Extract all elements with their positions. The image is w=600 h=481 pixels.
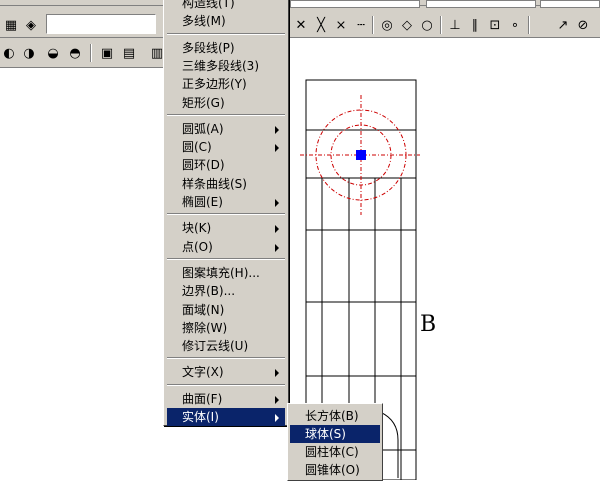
extension-icon[interactable]: ┄ xyxy=(352,16,370,34)
intersection-icon[interactable]: ╳ xyxy=(312,16,330,34)
view-top-icon[interactable]: ◐ xyxy=(0,44,18,62)
menu-item-label: 擦除(W) xyxy=(182,320,228,335)
menu-item[interactable]: 块(K) xyxy=(167,219,285,237)
layer-icon[interactable]: ▦ xyxy=(2,16,20,34)
menu-item[interactable]: 椭圆(E) xyxy=(167,193,285,211)
layer-combo[interactable] xyxy=(46,14,156,34)
menu-separator xyxy=(167,383,285,386)
submenu-arrow-icon xyxy=(275,199,279,207)
submenu-arrow-icon xyxy=(275,125,279,134)
menu-separator xyxy=(167,32,285,35)
menu-item-label: 块(K) xyxy=(182,221,212,236)
standard-toolbar: ▦ ◈ ✕ ╳ ⨯ ┄ ◎ ◇ ○ ⊥ ∥ ⊡ ∘ ↗ ⊘ xyxy=(0,0,600,38)
tangent-icon[interactable]: ○ xyxy=(418,16,436,34)
view-iso-sw-icon[interactable]: ▣ xyxy=(98,44,116,62)
perpendicular-icon[interactable]: ⊥ xyxy=(446,16,464,34)
quadrant-icon[interactable]: ◇ xyxy=(398,16,416,34)
menu-item-label: 图案填充(H)... xyxy=(182,265,260,280)
submenu-arrow-icon xyxy=(275,369,279,378)
menu-item[interactable]: 多线(M) xyxy=(167,12,285,30)
view-right-icon[interactable]: ◓ xyxy=(66,44,84,62)
submenu-item-label: 圆锥体(O) xyxy=(305,463,360,477)
draw-menu: 构造线(T) 多线(M) 多段线(P) 三维多段线(3) 正多边形(Y) 矩形(G) 圆弧(… xyxy=(163,0,289,426)
menu-item-label: 修订云线(U) xyxy=(182,339,249,354)
submenu-arrow-icon xyxy=(275,395,279,404)
menu-item[interactable]: 文字(X) xyxy=(167,363,285,381)
menu-item[interactable]: 圆弧(A) xyxy=(167,120,285,138)
menu-item-label: 圆(C) xyxy=(182,140,212,155)
menu-separator xyxy=(167,113,285,116)
menu-item-label: 正多边形(Y) xyxy=(182,77,247,92)
submenu-item[interactable]: 圆柱体(C) xyxy=(290,443,380,461)
submenu-arrow-icon xyxy=(275,243,279,252)
submenu-arrow-icon xyxy=(275,144,279,153)
menu-item[interactable]: 三维多段线(3) xyxy=(167,57,285,75)
snap-icon[interactable]: ✕ xyxy=(292,16,310,34)
menu-item[interactable]: 正多边形(Y) xyxy=(167,75,285,93)
apparent-intersection-icon[interactable]: ⨯ xyxy=(332,16,350,34)
menu-item[interactable]: 圆(C) xyxy=(167,138,285,156)
drawing-label: B xyxy=(420,312,437,337)
submenu-item[interactable]: 球体(S) xyxy=(290,425,380,443)
menu-item-label: 样条曲线(S) xyxy=(182,176,247,191)
menu-item-label: 边界(B)... xyxy=(182,284,236,299)
view-iso-se-icon[interactable]: ▤ xyxy=(120,44,138,62)
menu-item-label: 实体(I) xyxy=(182,410,219,424)
menu-item-label: 多段线(P) xyxy=(182,40,235,55)
submenu-arrow-icon xyxy=(275,225,279,234)
grip-point xyxy=(356,150,366,160)
menu-item[interactable]: 点(O) xyxy=(167,238,285,256)
osnap-settings-icon[interactable]: ⊘ xyxy=(574,16,592,34)
submenu-item[interactable]: 长方体(B) xyxy=(290,407,380,425)
menu-item-label: 构造线(T) xyxy=(182,0,235,10)
submenu-item-label: 球体(S) xyxy=(305,427,346,441)
menu-separator xyxy=(167,213,285,216)
solids-submenu: 长方体(B) 球体(S) 圆柱体(C) 圆锥体(O) xyxy=(287,403,383,481)
submenu-arrow-icon xyxy=(275,414,279,422)
menu-item-label: 点(O) xyxy=(182,239,213,254)
menu-item-label: 文字(X) xyxy=(182,365,224,380)
insert-icon[interactable]: ⊡ xyxy=(486,16,504,34)
menu-item[interactable]: 擦除(W) xyxy=(167,319,285,337)
menu-item-label: 曲面(F) xyxy=(182,391,223,406)
menu-item[interactable]: 实体(I) xyxy=(167,408,285,426)
view-front-icon[interactable]: ◑ xyxy=(20,44,38,62)
view-toolbar: ◐ ◑ ◒ ◓ ▣ ▤ ▥ xyxy=(0,38,170,68)
menu-item[interactable]: 圆环(D) xyxy=(167,156,285,174)
menu-item-label: 圆弧(A) xyxy=(182,121,224,136)
menu-item-label: 圆环(D) xyxy=(182,158,225,173)
submenu-item[interactable]: 圆锥体(O) xyxy=(290,461,380,479)
center-icon[interactable]: ◎ xyxy=(378,16,396,34)
plotstyle-combo[interactable] xyxy=(540,0,600,8)
layer-state-icon[interactable]: ◈ xyxy=(22,16,40,34)
menu-separator xyxy=(167,357,285,360)
menu-item[interactable]: 边界(B)... xyxy=(167,282,285,300)
submenu-item-label: 圆柱体(C) xyxy=(305,445,359,459)
menu-item-label: 多线(M) xyxy=(182,14,226,29)
menu-separator xyxy=(167,257,285,260)
parallel-icon[interactable]: ∥ xyxy=(466,16,484,34)
lineweight-combo[interactable] xyxy=(426,0,536,8)
menu-item[interactable]: 样条曲线(S) xyxy=(167,175,285,193)
view-left-icon[interactable]: ◒ xyxy=(44,44,62,62)
menu-item[interactable]: 曲面(F) xyxy=(167,390,285,408)
menu-item[interactable]: 多段线(P) xyxy=(167,39,285,57)
menu-item[interactable]: 矩形(G) xyxy=(167,94,285,112)
menu-item-label: 三维多段线(3) xyxy=(182,58,259,73)
nearest-icon[interactable]: ↗ xyxy=(554,16,572,34)
menu-item-label: 椭圆(E) xyxy=(182,195,223,209)
menu-item[interactable]: 修订云线(U) xyxy=(167,337,285,355)
menu-item[interactable]: 图案填充(H)... xyxy=(167,264,285,282)
menu-item-label: 面域(N) xyxy=(182,302,225,317)
menu-item[interactable]: 构造线(T) xyxy=(167,0,285,12)
node-icon[interactable]: ∘ xyxy=(506,16,524,34)
submenu-item-label: 长方体(B) xyxy=(305,409,359,423)
menu-item-label: 矩形(G) xyxy=(182,95,225,110)
menu-item[interactable]: 面域(N) xyxy=(167,301,285,319)
linetype-combo[interactable] xyxy=(290,0,420,8)
